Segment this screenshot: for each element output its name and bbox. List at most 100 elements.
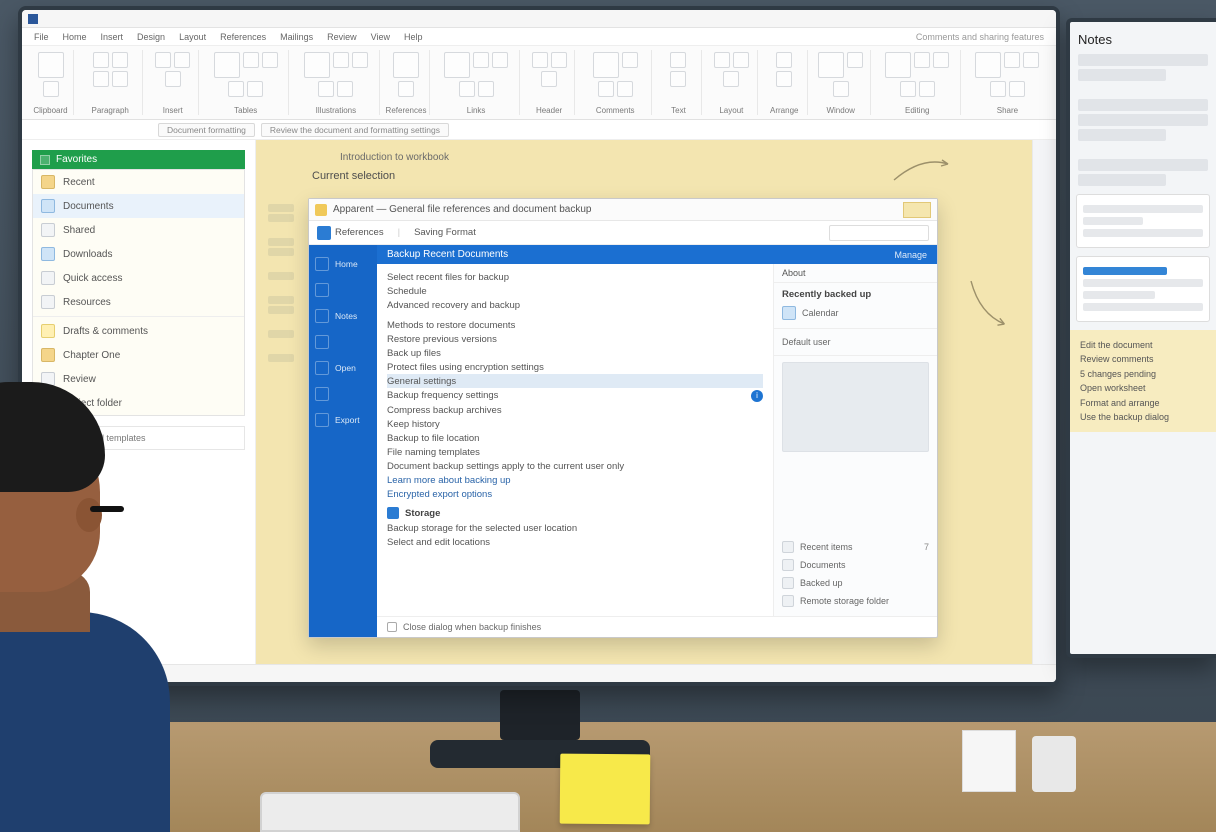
nav-item[interactable]: Resources — [33, 290, 244, 314]
nav-item[interactable]: Drafts & comments — [33, 319, 244, 343]
ribbon-button[interactable] — [333, 52, 349, 68]
nav-item[interactable]: Recent — [33, 170, 244, 194]
ribbon-button[interactable] — [670, 71, 686, 87]
ribbon-button[interactable] — [93, 71, 109, 87]
dialog-list-item[interactable]: Compress backup archives — [387, 403, 763, 417]
dialog-list-item[interactable]: Learn more about backing up — [387, 473, 763, 487]
ribbon-button[interactable] — [318, 81, 334, 97]
dialog-side-item[interactable] — [309, 329, 377, 355]
subbar-btn-2[interactable]: Review the document and formatting setti… — [261, 123, 449, 137]
ribbon-button[interactable] — [598, 81, 614, 97]
ribbon-button[interactable] — [622, 52, 638, 68]
dialog-list-item[interactable]: Encrypted export options — [387, 487, 763, 501]
ribbon-button[interactable] — [1009, 81, 1025, 97]
dialog-list-item[interactable]: Document backup settings apply to the cu… — [387, 459, 763, 473]
dialog-section-action[interactable]: Manage — [894, 250, 927, 260]
dialog-side-item[interactable] — [309, 381, 377, 407]
dialog-side-item[interactable]: Home — [309, 251, 377, 277]
ribbon-button[interactable] — [214, 52, 240, 78]
ribbon-button[interactable] — [541, 71, 557, 87]
ribbon-button[interactable] — [914, 52, 930, 68]
tab-layout[interactable]: Layout — [179, 32, 206, 42]
ribbon-button[interactable] — [478, 81, 494, 97]
ribbon-button[interactable] — [670, 52, 686, 68]
dialog-list-item[interactable]: Protect files using encryption settings — [387, 360, 763, 374]
dialog-list-item[interactable]: Back up files — [387, 346, 763, 360]
ribbon-button[interactable] — [1023, 52, 1039, 68]
close-when-done-checkbox[interactable] — [387, 622, 397, 632]
ribbon-button[interactable] — [155, 52, 171, 68]
ribbon-button[interactable] — [165, 71, 181, 87]
dialog-window-button[interactable] — [903, 202, 931, 218]
tab-file[interactable]: File — [34, 32, 49, 42]
ribbon-button[interactable] — [38, 52, 64, 78]
ribbon-button[interactable] — [1004, 52, 1020, 68]
ribbon-button[interactable] — [714, 52, 730, 68]
ribbon-button[interactable] — [733, 52, 749, 68]
ribbon-button[interactable] — [112, 52, 128, 68]
ribbon-button[interactable] — [818, 52, 844, 78]
tab-references[interactable]: References — [220, 32, 266, 42]
nav-item[interactable]: Documents — [33, 194, 244, 218]
dialog-side-item[interactable]: Open — [309, 355, 377, 381]
ribbon-button[interactable] — [847, 52, 863, 68]
dialog-list-item[interactable]: Select and edit locations — [387, 535, 763, 549]
ribbon-button[interactable] — [833, 81, 849, 97]
dlg-tool-references[interactable]: References — [317, 226, 384, 240]
ribbon-button[interactable] — [93, 52, 109, 68]
dialog-list-item[interactable]: Restore previous versions — [387, 332, 763, 346]
ribbon-button[interactable] — [304, 52, 330, 78]
dialog-list-item[interactable]: Backup storage for the selected user loc… — [387, 521, 763, 535]
ribbon-button[interactable] — [393, 52, 419, 78]
ribbon-button[interactable] — [776, 71, 792, 87]
ribbon-button[interactable] — [551, 52, 567, 68]
document-canvas[interactable]: Introduction to workbook Current selecti… — [256, 140, 1032, 664]
dlg-tool-format[interactable]: Saving Format — [414, 227, 476, 238]
tab-view[interactable]: View — [371, 32, 390, 42]
ribbon-button[interactable] — [337, 81, 353, 97]
ribbon-button[interactable] — [262, 52, 278, 68]
ribbon-button[interactable] — [492, 52, 508, 68]
right-footer-row[interactable]: Recent items7 — [782, 538, 929, 556]
ribbon-button[interactable] — [43, 81, 59, 97]
tab-design[interactable]: Design — [137, 32, 165, 42]
right-item-user[interactable]: Default user — [782, 335, 929, 349]
ribbon-button[interactable] — [473, 52, 489, 68]
nav-item[interactable]: Downloads — [33, 242, 244, 266]
nav-item[interactable]: Review — [33, 367, 244, 391]
dialog-side-item[interactable]: Notes — [309, 303, 377, 329]
dialog-list-item[interactable]: Methods to restore documents — [387, 318, 763, 332]
ribbon-button[interactable] — [885, 52, 911, 78]
ribbon-button[interactable] — [617, 81, 633, 97]
ribbon-button[interactable] — [398, 81, 414, 97]
right-footer-row[interactable]: Backed up — [782, 574, 929, 592]
dialog-list-item[interactable]: Backup to file location — [387, 431, 763, 445]
right-tab-about[interactable]: About — [774, 264, 814, 282]
dialog-list-item[interactable]: Backup frequency settingsi — [387, 388, 763, 403]
ribbon-button[interactable] — [593, 52, 619, 78]
ribbon-button[interactable] — [352, 52, 368, 68]
nav-item[interactable]: Chapter One — [33, 343, 244, 367]
ribbon-button[interactable] — [723, 71, 739, 87]
ribbon-button[interactable] — [975, 52, 1001, 78]
ribbon-button[interactable] — [112, 71, 128, 87]
tab-review[interactable]: Review — [327, 32, 357, 42]
subbar-btn-1[interactable]: Document formatting — [158, 123, 255, 137]
tab-mailings[interactable]: Mailings — [280, 32, 313, 42]
ribbon-button[interactable] — [933, 52, 949, 68]
ribbon-button[interactable] — [444, 52, 470, 78]
dialog-list-item[interactable]: File naming templates — [387, 445, 763, 459]
dialog-list-item[interactable]: Select recent files for backup — [387, 270, 763, 284]
ribbon-button[interactable] — [459, 81, 475, 97]
dialog-side-item[interactable] — [309, 277, 377, 303]
right-footer-row[interactable]: Remote storage folder — [782, 592, 929, 610]
dialog-list-item[interactable]: Schedule — [387, 284, 763, 298]
ribbon-button[interactable] — [174, 52, 190, 68]
ribbon-button[interactable] — [776, 52, 792, 68]
ribbon-button[interactable] — [228, 81, 244, 97]
nav-item[interactable]: Shared — [33, 218, 244, 242]
dialog-list-item[interactable]: General settings — [387, 374, 763, 388]
ribbon-tabs[interactable]: File Home Insert Design Layout Reference… — [22, 28, 1056, 46]
ribbon-button[interactable] — [243, 52, 259, 68]
nav-item[interactable]: Quick access — [33, 266, 244, 290]
